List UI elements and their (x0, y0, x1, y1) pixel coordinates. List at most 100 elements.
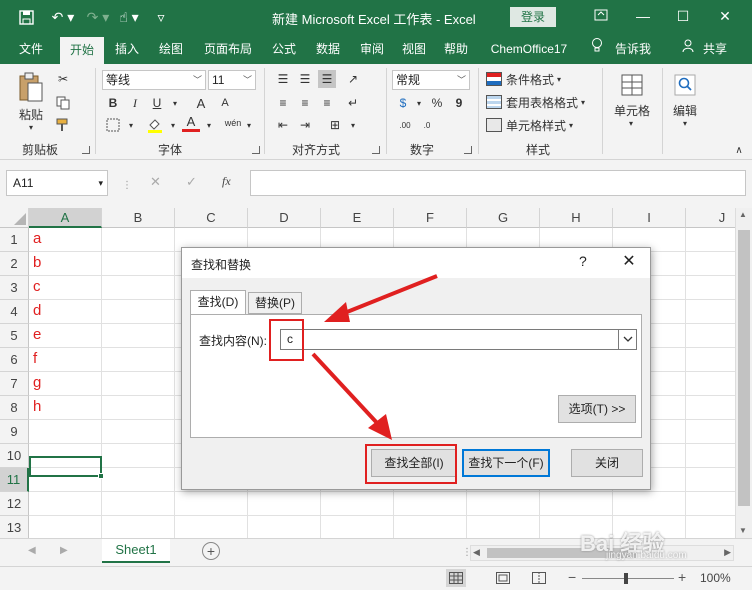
dialog-close-button[interactable]: ✕ (619, 251, 639, 271)
zoom-in-button[interactable]: + (678, 569, 686, 585)
orientation-icon[interactable]: ↗ (344, 70, 362, 88)
increase-decimal-icon[interactable]: .00 (396, 116, 414, 134)
cell-a8[interactable]: h (33, 398, 41, 415)
editing-search-icon[interactable] (670, 70, 700, 100)
cell-a3[interactable]: c (33, 278, 41, 295)
align-right-icon[interactable]: ≡ (318, 94, 336, 112)
column-header[interactable]: C (175, 208, 248, 228)
next-sheet-icon[interactable]: ▶ (60, 545, 68, 556)
page-break-view-icon[interactable] (532, 572, 546, 587)
font-color-dropdown-icon[interactable]: ▾ (200, 116, 218, 134)
paste-label[interactable]: 粘贴 (12, 106, 50, 122)
font-launcher-icon[interactable] (252, 146, 260, 154)
cells-icon[interactable] (614, 70, 650, 100)
fill-color-icon[interactable] (146, 116, 164, 134)
scroll-up-icon[interactable]: ▲ (739, 210, 747, 219)
share-button[interactable]: 共享 (700, 34, 730, 64)
login-button[interactable]: 登录 (510, 7, 556, 27)
number-launcher-icon[interactable] (464, 146, 472, 154)
chevron-down-icon[interactable] (618, 330, 636, 349)
tab-page-layout[interactable]: 页面布局 (196, 34, 260, 64)
column-header[interactable]: D (248, 208, 321, 228)
tell-me[interactable]: 告诉我 (610, 34, 656, 64)
currency-dropdown-icon[interactable]: ▾ (410, 94, 428, 112)
drag-handle-icon[interactable]: ⋮ (122, 180, 132, 191)
align-left-icon[interactable]: ≡ (274, 94, 292, 112)
tab-help[interactable]: 帮助 (436, 34, 476, 64)
percent-icon[interactable]: % (428, 94, 446, 112)
cancel-icon[interactable]: ✕ (150, 174, 161, 190)
dialog-help-button[interactable]: ? (579, 253, 587, 269)
tab-data[interactable]: 数据 (308, 34, 348, 64)
save-icon[interactable] (16, 7, 36, 27)
align-top-icon[interactable]: ☰ (274, 70, 292, 88)
redo-icon[interactable]: ↷ ▾ (86, 7, 110, 27)
undo-icon[interactable]: ↶ ▾ (48, 7, 78, 27)
vertical-scrollbar[interactable]: ▲ ▼ (735, 208, 752, 538)
customize-qat-icon[interactable]: ▿ (150, 7, 172, 27)
pinyin-dropdown-icon[interactable]: ▾ (240, 116, 258, 134)
underline-dropdown-icon[interactable]: ▾ (166, 94, 184, 112)
font-color-icon[interactable]: A (182, 114, 200, 132)
tab-home[interactable]: 开始 (60, 37, 104, 64)
column-header[interactable]: H (540, 208, 613, 228)
borders-dropdown-icon[interactable]: ▾ (122, 116, 140, 134)
scroll-right-icon[interactable]: ▶ (724, 547, 731, 558)
tab-review[interactable]: 审阅 (352, 34, 392, 64)
fill-dropdown-icon[interactable]: ▾ (164, 116, 182, 134)
merge-dropdown-icon[interactable]: ▾ (344, 116, 362, 134)
cell-a7[interactable]: g (33, 374, 41, 391)
row-header[interactable]: 13 (0, 516, 29, 538)
align-middle-icon[interactable]: ☰ (296, 70, 314, 88)
tab-view[interactable]: 视图 (394, 34, 434, 64)
tab-chemoffice[interactable]: ChemOffice17 (482, 34, 576, 64)
cell-styles-button[interactable]: 单元格样式 ▾ (486, 116, 586, 134)
select-all-corner[interactable] (0, 208, 29, 228)
row-header[interactable]: 7 (0, 372, 29, 396)
editing-group-label[interactable]: 编辑 (664, 102, 706, 118)
cut-icon[interactable]: ✂ (54, 70, 72, 88)
row-header[interactable]: 12 (0, 492, 29, 516)
font-size-combo[interactable]: 11 ﹀ (208, 70, 256, 90)
underline-icon[interactable]: U (148, 94, 166, 112)
options-button[interactable]: 选项(T) >> (558, 395, 636, 423)
row-header[interactable]: 2 (0, 252, 29, 276)
row-header[interactable]: 4 (0, 300, 29, 324)
align-bottom-icon[interactable]: ☰ (318, 70, 336, 88)
format-as-table-button[interactable]: 套用表格格式 ▾ (486, 93, 596, 111)
tab-draw[interactable]: 绘图 (152, 34, 190, 64)
decrease-indent-icon[interactable]: ⇤ (274, 116, 292, 134)
row-header[interactable]: 6 (0, 348, 29, 372)
prev-sheet-icon[interactable]: ◀ (28, 545, 36, 556)
cell-a1[interactable]: a (33, 230, 41, 247)
wrap-text-icon[interactable]: ↵ (344, 94, 362, 112)
cell-a4[interactable]: d (33, 302, 41, 319)
dialog-titlebar[interactable]: 查找和替换 ? ✕ (182, 248, 650, 278)
zoom-out-button[interactable]: − (568, 569, 576, 585)
cell-a6[interactable]: f (33, 350, 37, 367)
decrease-decimal-icon[interactable]: .0 (418, 116, 436, 134)
column-header[interactable]: I (613, 208, 686, 228)
column-header[interactable]: F (394, 208, 467, 228)
add-sheet-button[interactable]: + (202, 542, 220, 560)
find-next-button[interactable]: 查找下一个(F) (462, 449, 550, 477)
normal-view-icon[interactable] (446, 569, 466, 587)
restore-button[interactable]: ☐ (670, 4, 696, 28)
cells-dropdown-icon[interactable]: ▾ (624, 118, 638, 128)
copy-icon[interactable] (54, 94, 72, 112)
row-header[interactable]: 5 (0, 324, 29, 348)
ribbon-display-icon[interactable] (588, 4, 614, 28)
editing-dropdown-icon[interactable]: ▾ (678, 118, 692, 128)
fill-handle[interactable] (98, 473, 104, 479)
close-window-button[interactable]: ✕ (712, 4, 738, 28)
minimize-button[interactable]: — (630, 4, 656, 28)
clipboard-launcher-icon[interactable] (82, 146, 90, 154)
page-layout-view-icon[interactable] (496, 572, 510, 587)
sheet-tab-sheet1[interactable]: Sheet1 (102, 539, 170, 563)
tab-file[interactable]: 文件 (8, 34, 54, 64)
paste-icon[interactable] (14, 70, 48, 104)
scroll-thumb[interactable] (738, 230, 750, 506)
tab-replace[interactable]: 替换(P) (248, 292, 302, 314)
row-header[interactable]: 9 (0, 420, 29, 444)
insert-function-icon[interactable]: fx (222, 174, 231, 189)
